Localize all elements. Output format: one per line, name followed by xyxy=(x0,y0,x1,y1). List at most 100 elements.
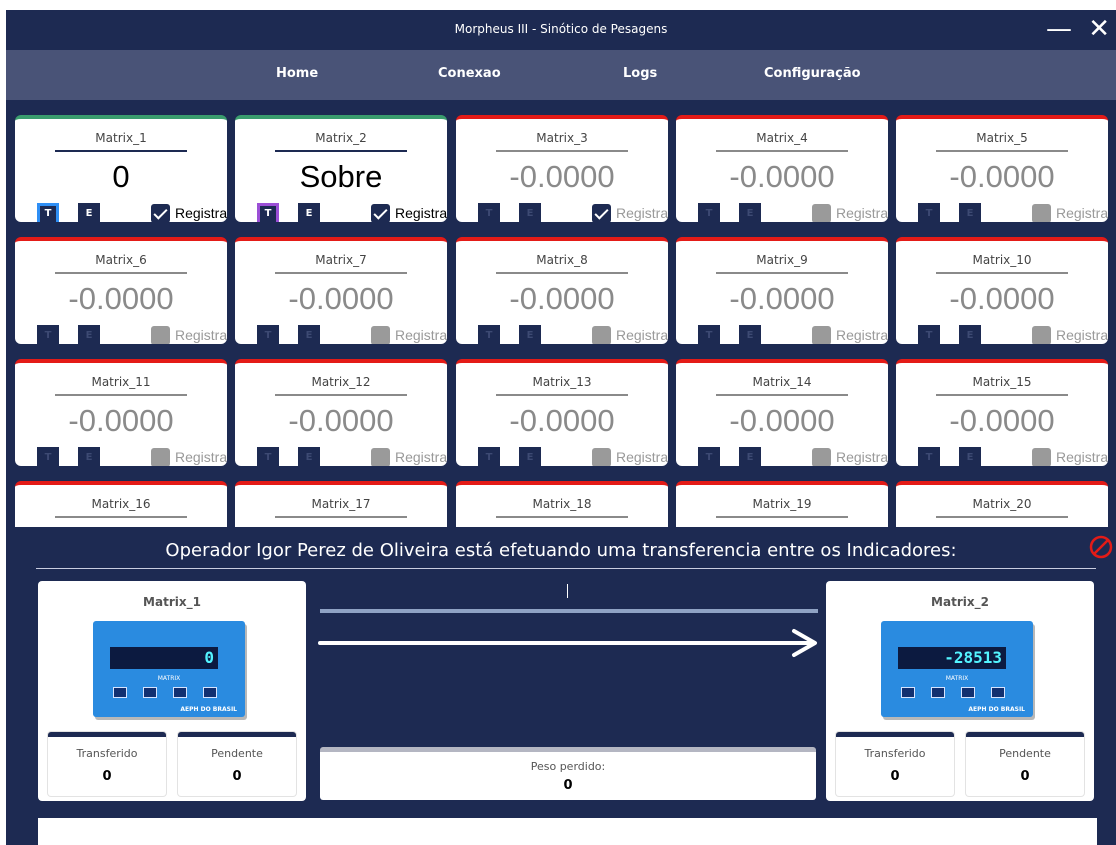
registrar-checkbox[interactable] xyxy=(592,326,611,344)
transfer-progress-track xyxy=(320,609,818,613)
e-button[interactable]: E xyxy=(298,325,320,344)
tare-button[interactable]: T xyxy=(478,447,500,466)
minimize-button[interactable]: — xyxy=(1046,12,1072,46)
tare-button[interactable]: T xyxy=(478,203,500,222)
cancel-transfer-icon[interactable] xyxy=(1089,535,1113,563)
source-indicator-panel: Matrix_1 0 MATRIX AEPH DO BRASIL Transfe… xyxy=(38,581,306,801)
scale-indicator-image: -28513 MATRIX AEPH DO BRASIL xyxy=(881,621,1033,717)
indicator-name: Matrix_7 xyxy=(315,253,367,267)
registrar-label: Registrar xyxy=(616,327,668,343)
weight-value: -0.0000 xyxy=(288,281,394,316)
nav-home[interactable]: Home xyxy=(276,66,318,81)
tare-button[interactable]: T xyxy=(257,325,279,344)
e-button[interactable]: E xyxy=(959,325,981,344)
pendente-label: Pendente xyxy=(211,747,263,760)
registrar-checkbox[interactable] xyxy=(1032,326,1051,344)
nav-logs[interactable]: Logs xyxy=(623,66,657,81)
registrar-label: Registrar xyxy=(1056,449,1108,465)
check-icon xyxy=(373,205,388,220)
device-key xyxy=(203,687,217,698)
e-button[interactable]: E xyxy=(519,203,541,222)
e-button[interactable]: E xyxy=(519,447,541,466)
nav-configuracao[interactable]: Configuração xyxy=(764,66,861,81)
indicator-name: Matrix_4 xyxy=(756,131,808,145)
name-underline xyxy=(55,516,187,518)
tare-button[interactable]: T xyxy=(918,325,940,344)
tare-button[interactable]: T xyxy=(257,447,279,466)
registrar-checkbox[interactable] xyxy=(371,326,390,344)
e-button[interactable]: E xyxy=(519,325,541,344)
name-underline xyxy=(936,394,1068,396)
source-indicator-name: Matrix_1 xyxy=(143,595,201,609)
device-keys xyxy=(901,687,1013,698)
tare-button[interactable]: T xyxy=(37,325,59,344)
device-key xyxy=(991,687,1005,698)
indicator-name: Matrix_8 xyxy=(536,253,588,267)
tare-button[interactable]: T xyxy=(698,447,720,466)
e-button[interactable]: E xyxy=(739,203,761,222)
indicator-card: Matrix_10 -0.0000 T E Registrar xyxy=(896,237,1108,344)
registrar-checkbox[interactable] xyxy=(592,448,611,466)
weight-value: -0.0000 xyxy=(729,403,835,438)
registrar-checkbox[interactable] xyxy=(812,448,831,466)
tare-button[interactable]: T xyxy=(478,325,500,344)
name-underline xyxy=(275,272,407,274)
indicator-card: Matrix_9 -0.0000 T E Registrar xyxy=(676,237,888,344)
weight-value: -0.0000 xyxy=(509,281,615,316)
tare-button[interactable]: T xyxy=(37,447,59,466)
name-underline xyxy=(496,272,628,274)
registrar-checkbox[interactable] xyxy=(1032,448,1051,466)
tare-button[interactable]: T xyxy=(918,203,940,222)
tare-button[interactable]: T xyxy=(37,203,59,222)
indicator-name: Matrix_11 xyxy=(91,375,151,389)
tare-button[interactable]: T xyxy=(698,325,720,344)
indicator-name: Matrix_15 xyxy=(972,375,1032,389)
close-button[interactable]: ✕ xyxy=(1088,12,1110,46)
indicator-name: Matrix_2 xyxy=(315,131,367,145)
indicator-grid: Matrix_1 0 T E Registrar Matrix_2 Sobre T E Regis… xyxy=(6,115,1116,527)
name-underline xyxy=(716,150,848,152)
transferido-label: Transferido xyxy=(76,747,138,760)
name-underline xyxy=(496,150,628,152)
indicator-card: Matrix_18TERegistrar xyxy=(456,481,668,527)
indicator-card: Matrix_7 -0.0000 T E Registrar xyxy=(235,237,447,344)
device-key xyxy=(961,687,975,698)
indicator-name: Matrix_20 xyxy=(972,497,1032,511)
indicator-card: Matrix_11 -0.0000 T E Registrar xyxy=(15,359,227,466)
window-title: Morpheus III - Sinótico de Pesagens xyxy=(454,22,668,36)
e-button[interactable]: E xyxy=(298,203,320,222)
weight-value: -0.0000 xyxy=(949,281,1055,316)
name-underline xyxy=(936,272,1068,274)
e-button[interactable]: E xyxy=(959,203,981,222)
device-model: MATRIX xyxy=(945,675,969,682)
registrar-checkbox[interactable] xyxy=(371,204,390,222)
e-button[interactable]: E xyxy=(78,447,100,466)
indicator-name: Matrix_19 xyxy=(752,497,812,511)
registrar-checkbox[interactable] xyxy=(151,326,170,344)
e-button[interactable]: E xyxy=(739,447,761,466)
e-button[interactable]: E xyxy=(78,203,100,222)
name-underline xyxy=(55,394,187,396)
e-button[interactable]: E xyxy=(298,447,320,466)
registrar-checkbox[interactable] xyxy=(812,326,831,344)
tare-button[interactable]: T xyxy=(698,203,720,222)
registrar-checkbox[interactable] xyxy=(812,204,831,222)
tare-button[interactable]: T xyxy=(918,447,940,466)
indicator-name: Matrix_1 xyxy=(95,131,147,145)
registrar-checkbox[interactable] xyxy=(151,448,170,466)
registrar-checkbox[interactable] xyxy=(1032,204,1051,222)
e-button[interactable]: E xyxy=(78,325,100,344)
registrar-checkbox[interactable] xyxy=(592,204,611,222)
indicator-card: Matrix_17TERegistrar xyxy=(235,481,447,527)
e-button[interactable]: E xyxy=(739,325,761,344)
registrar-checkbox[interactable] xyxy=(371,448,390,466)
nav-conexao[interactable]: Conexao xyxy=(438,66,501,81)
name-underline xyxy=(716,516,848,518)
transferido-value: 0 xyxy=(890,769,900,784)
registrar-label: Registrar xyxy=(836,205,888,221)
e-button[interactable]: E xyxy=(959,447,981,466)
tare-button[interactable]: T xyxy=(257,203,279,222)
bottom-panel xyxy=(38,818,1097,845)
registrar-checkbox[interactable] xyxy=(151,204,170,222)
name-underline xyxy=(275,394,407,396)
